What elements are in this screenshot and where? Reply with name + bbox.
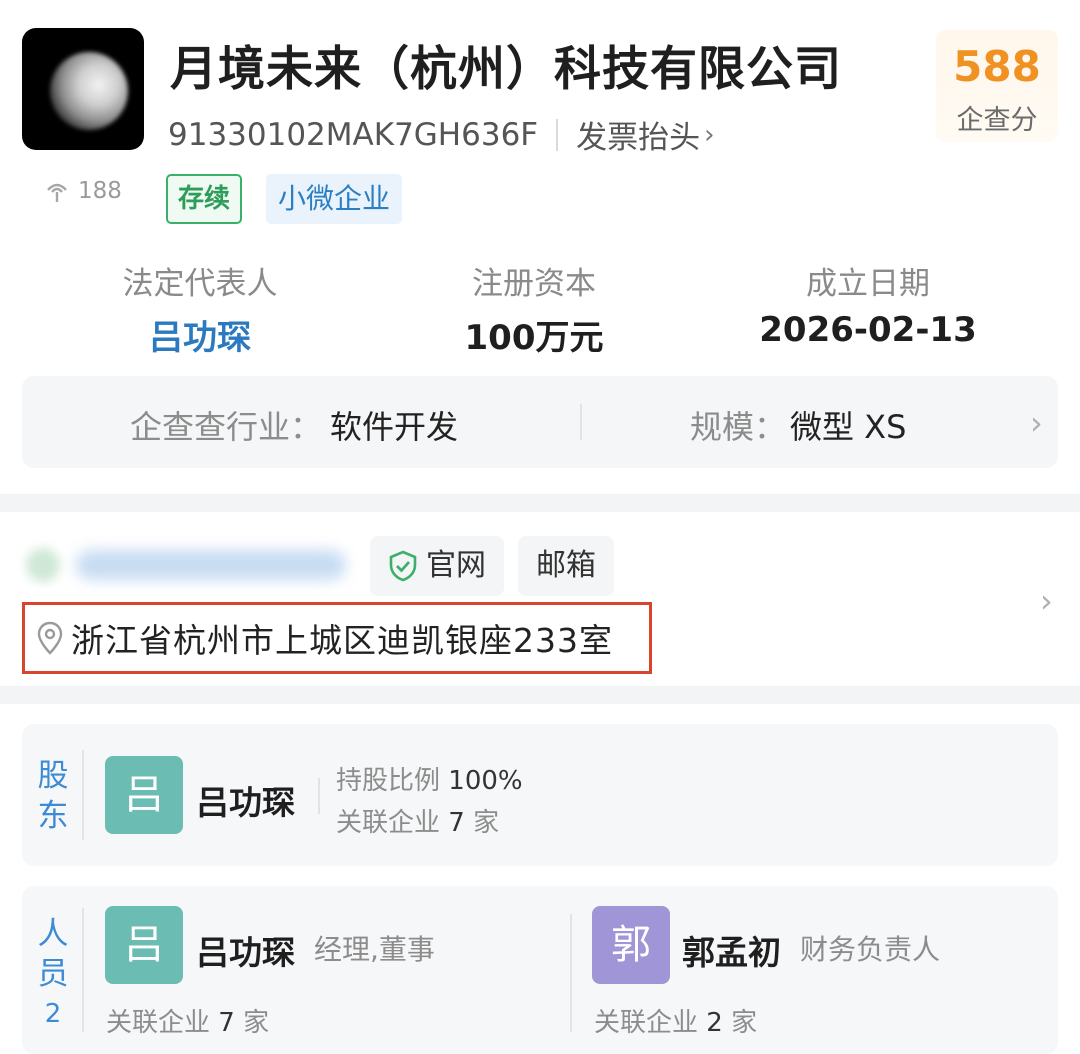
industry-label: 企查查行业： [130,408,323,446]
address-text: 浙江省杭州市上城区迪凯银座233室 [71,621,613,660]
founded-value: 2026-02-13 [759,310,977,350]
personnel-section-label: 人 员 2 [33,914,73,1034]
website-button[interactable]: 官网 [370,536,504,596]
section-divider [0,494,1080,512]
shareholder-name[interactable]: 吕功琛 [196,776,295,824]
founded-label: 成立日期 [806,266,930,302]
phone-icon [26,548,60,582]
legal-rep-label: 法定代表人 [122,266,278,302]
scale-value: 微型 XS [790,408,907,446]
divider [318,778,320,814]
divider [82,908,84,1032]
company-name: 月境未来（杭州）科技有限公司 [170,42,842,97]
score-value: 588 [953,42,1041,91]
section-divider [0,686,1080,704]
shareholder-section-label: 股 东 [37,758,69,834]
fire-icon [47,183,67,202]
score-label: 企查分 [956,105,1038,136]
person-role: 财务负责人 [800,933,941,966]
related-companies[interactable]: 关联企业 2 家 [594,1002,757,1039]
chevron-right-icon: › [1030,404,1043,442]
avatar[interactable]: 吕 [105,756,183,834]
legal-rep-value[interactable]: 吕功琛 [149,310,251,359]
divider [82,750,84,840]
shareholding-ratio: 持股比例 100% [336,766,523,796]
capital-value: 100万元 [464,318,604,358]
industry-value: 软件开发 [330,408,459,446]
personnel-count: 2 [44,999,62,1029]
chevron-right-icon: › [704,119,715,150]
divider [580,404,582,440]
score-box[interactable]: 588 企查分 [936,30,1058,142]
credit-code-row: 91330102MAK7GH636F 发票抬头 › [168,112,715,157]
hot-count: 188 [44,178,122,204]
scale-label: 规模： [690,408,787,446]
divider [556,118,559,151]
divider [570,914,572,1032]
location-pin-icon [37,621,63,655]
phone-number-blurred[interactable] [26,542,346,588]
size-badge: 小微企业 [266,174,403,224]
company-logo [22,28,144,150]
shield-check-icon [389,550,417,582]
person-role: 经理,董事 [314,933,435,966]
person-name[interactable]: 吕功琛 [196,926,295,974]
credit-code: 91330102MAK7GH636F [168,116,539,153]
website-label: 官网 [426,548,486,583]
status-badge: 存续 [166,174,243,224]
capital-label: 注册资本 [472,266,596,302]
related-companies[interactable]: 关联企业 7 家 [106,1002,269,1039]
address-row[interactable]: 浙江省杭州市上城区迪凯银座233室 [22,602,652,674]
avatar[interactable]: 吕 [105,906,183,984]
invoice-link[interactable]: 发票抬头 [576,112,700,157]
hot-count-value: 188 [78,178,122,204]
related-companies[interactable]: 关联企业 7 家 [336,802,499,839]
person-name[interactable]: 郭孟初 [682,926,781,974]
avatar[interactable]: 郭 [592,906,670,984]
email-label: 邮箱 [536,548,596,583]
email-button[interactable]: 邮箱 [518,536,614,596]
chevron-right-icon: › [1040,582,1053,620]
